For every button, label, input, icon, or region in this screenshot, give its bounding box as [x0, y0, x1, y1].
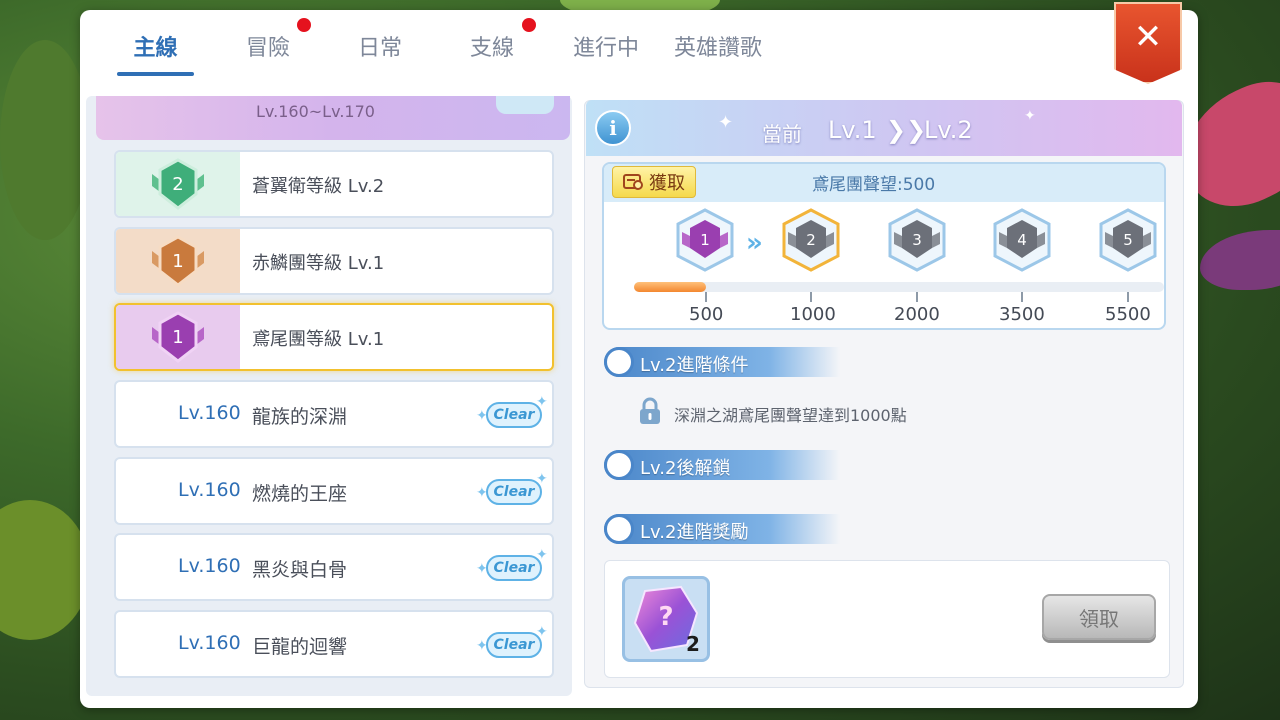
rank-1-badge-icon: 1	[676, 208, 734, 272]
tab-adventure[interactable]: 冒險	[236, 30, 300, 70]
clear-badge: Clear	[486, 402, 542, 428]
notification-dot	[297, 18, 311, 32]
obtain-label: 獲取	[649, 173, 685, 194]
clear-badge: Clear	[486, 555, 542, 581]
milestone-tick	[705, 292, 707, 302]
lock-icon	[640, 397, 660, 424]
quest-name: 黑炎與白骨	[252, 559, 348, 581]
clear-badge: Clear	[486, 632, 542, 658]
quest-name: 龍族的深淵	[252, 406, 348, 428]
rank-number: 5	[1123, 231, 1133, 249]
rank-4-badge-icon: 4	[993, 208, 1051, 272]
reward-quantity: 2	[686, 632, 700, 656]
quest-level: Lv.160	[178, 479, 241, 501]
rank-number: 1	[700, 231, 710, 249]
background-bush	[0, 500, 90, 640]
tab-in-progress[interactable]: 進行中	[566, 30, 646, 70]
tab-main[interactable]: 主線	[117, 30, 194, 70]
obtain-button[interactable]: 獲取	[612, 166, 696, 198]
sparkle-icon: ✦	[1024, 108, 1036, 124]
reputation-label: 鳶尾團聲望:500	[812, 175, 936, 195]
milestone-tick	[1021, 292, 1023, 302]
condition-section-title: Lv.2進階條件	[640, 355, 749, 376]
milestone-tick	[916, 292, 918, 302]
quest-row[interactable]: Lv.160 巨龍的迴響 ✦ Clear ✦	[114, 610, 554, 678]
active-tab-indicator	[117, 72, 194, 76]
rank-3-badge-icon: 3	[888, 208, 946, 272]
quest-level: Lv.160	[178, 555, 241, 577]
reward-section-title: Lv.2進階獎勵	[640, 522, 749, 543]
double-chevron-right-icon: »	[746, 228, 763, 258]
background-leaf	[1200, 230, 1280, 290]
level-group-header[interactable]: Lv.160~Lv.170	[96, 96, 570, 140]
info-icon[interactable]: i	[595, 110, 631, 146]
rank-row-blue-wing[interactable]: 2 蒼翼衛等級 Lv.2	[114, 150, 554, 218]
purple-rank-shield-icon: 1	[152, 311, 204, 363]
current-label: 當前	[762, 122, 802, 146]
milestone-label: 5500	[1105, 304, 1151, 325]
quest-level: Lv.160	[178, 632, 241, 654]
rank-number: 4	[1017, 231, 1027, 249]
reputation-progress-track	[634, 282, 1164, 292]
svg-text:?: ?	[658, 602, 673, 632]
quest-level: Lv.160	[178, 402, 241, 424]
rank-number: 1	[172, 251, 183, 272]
milestone-tick	[810, 292, 812, 302]
sparkle-icon: ✦	[536, 624, 548, 640]
rank-2-badge-icon: 2	[782, 208, 840, 272]
milestone-label: 2000	[894, 304, 940, 325]
rank-number: 1	[172, 327, 183, 348]
rank-row-red-scale[interactable]: 1 赤鱗團等級 Lv.1	[114, 227, 554, 295]
close-button[interactable]: ✕	[1114, 2, 1182, 84]
rank-title: 蒼翼衛等級 Lv.2	[252, 176, 385, 197]
quest-name: 燃燒的王座	[252, 483, 348, 505]
tab-daily[interactable]: 日常	[348, 30, 412, 70]
rank-row-iris[interactable]: 1 鳶尾團等級 Lv.1	[114, 303, 554, 371]
rank-number: 2	[806, 231, 816, 249]
level-range-label: Lv.160~Lv.170	[256, 102, 375, 121]
claim-button[interactable]: 領取	[1042, 594, 1156, 640]
detail-header	[586, 100, 1182, 156]
sparkle-icon: ✦	[536, 547, 548, 563]
sparkle-icon: ✦	[536, 471, 548, 487]
reputation-progress-fill	[634, 282, 706, 292]
next-level: Lv.2	[924, 116, 973, 144]
milestone-tick	[1127, 292, 1129, 302]
obtain-scroll-icon	[623, 174, 643, 190]
sparkle-icon: ✦	[536, 394, 548, 410]
quest-name: 巨龍的迴響	[252, 636, 348, 658]
clear-badge: Clear	[486, 479, 542, 505]
bronze-rank-shield-icon: 1	[152, 235, 204, 287]
current-level: Lv.1	[828, 116, 877, 144]
rank-number: 3	[912, 231, 922, 249]
rank-5-badge-icon: 5	[1099, 208, 1157, 272]
quest-row[interactable]: Lv.160 龍族的深淵 ✦ Clear ✦	[114, 380, 554, 448]
close-icon: ✕	[1133, 17, 1163, 57]
milestone-label: 500	[689, 304, 724, 325]
rank-number: 2	[172, 174, 183, 195]
tab-side[interactable]: 支線	[460, 30, 524, 70]
double-chevron-right-icon: ❯❯	[886, 116, 927, 144]
green-rank-shield-icon: 2	[152, 158, 204, 210]
condition-text: 深淵之湖鳶尾團聲望達到1000點	[674, 406, 907, 425]
milestone-label: 1000	[790, 304, 836, 325]
rank-title: 赤鱗團等級 Lv.1	[252, 253, 385, 274]
tab-hero-anthem[interactable]: 英雄讚歌	[668, 30, 768, 70]
group-toggle	[496, 96, 554, 114]
sparkle-icon: ✦	[718, 112, 734, 133]
quest-row[interactable]: Lv.160 黑炎與白骨 ✦ Clear ✦	[114, 533, 554, 601]
background-bush	[0, 40, 90, 240]
unlock-section-title: Lv.2後解鎖	[640, 458, 731, 479]
milestone-label: 3500	[999, 304, 1045, 325]
quest-row[interactable]: Lv.160 燃燒的王座 ✦ Clear ✦	[114, 457, 554, 525]
notification-dot	[522, 18, 536, 32]
rank-title: 鳶尾團等級 Lv.1	[252, 329, 385, 350]
